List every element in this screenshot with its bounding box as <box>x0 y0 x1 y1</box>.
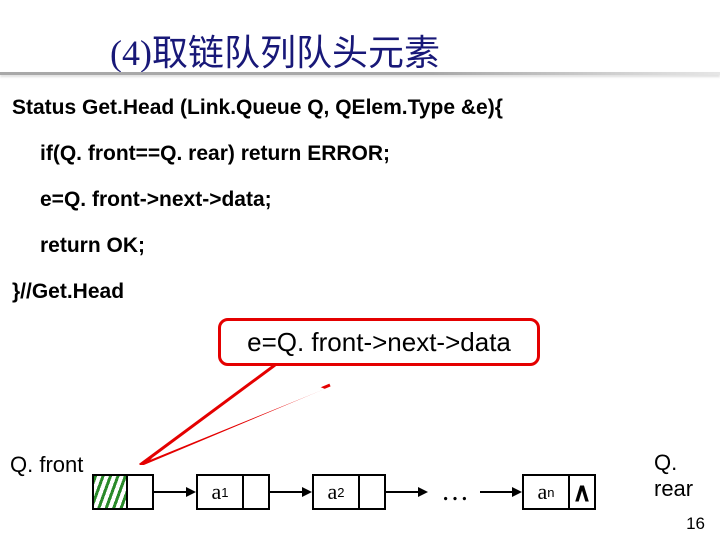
head-ptr-cell <box>128 474 154 510</box>
callout-box: e=Q. front->next->data <box>218 318 540 366</box>
null-symbol: ∧ <box>572 477 591 508</box>
code-line-1: Status Get.Head (Link.Queue Q, QElem.Typ… <box>12 96 503 120</box>
data-a2: a2 <box>312 474 360 510</box>
arrow-2 <box>270 474 312 510</box>
node-an: an ∧ <box>522 474 596 510</box>
title-underline <box>0 72 720 75</box>
ptr-a1 <box>244 474 270 510</box>
code-line-2: if(Q. front==Q. rear) return ERROR; <box>40 142 390 166</box>
slide-title: (4)取链队列队头元素 <box>110 24 440 76</box>
arrow-4 <box>480 474 522 510</box>
code-line-4: return OK; <box>40 234 145 258</box>
arrow-1 <box>154 474 196 510</box>
code-line-3: e=Q. front->next->data; <box>40 188 272 212</box>
label-qfront: Q. front <box>10 452 83 478</box>
a2-sub: 2 <box>337 485 344 500</box>
ptr-an-null: ∧ <box>570 474 596 510</box>
an-sub: n <box>547 485 554 500</box>
code-line-5: }//Get.Head <box>12 280 124 304</box>
callout-tail <box>130 365 350 465</box>
ellipsis: … <box>428 476 480 508</box>
node-a1: a1 <box>196 474 270 510</box>
head-data-cell <box>92 474 128 510</box>
node-a2: a2 <box>312 474 386 510</box>
arrow-3 <box>386 474 428 510</box>
linked-list: a1 a2 … an ∧ <box>92 472 596 512</box>
a2-letter: a <box>328 479 338 505</box>
callout-text: e=Q. front->next->data <box>247 327 511 358</box>
head-node <box>92 474 154 510</box>
ptr-a2 <box>360 474 386 510</box>
slide: (4)取链队列队头元素 Status Get.Head (Link.Queue … <box>0 0 720 540</box>
data-a1: a1 <box>196 474 244 510</box>
page-number: 16 <box>686 514 705 534</box>
a1-letter: a <box>212 479 222 505</box>
a1-sub: 1 <box>221 485 228 500</box>
an-letter: a <box>538 479 548 505</box>
data-an: an <box>522 474 570 510</box>
label-qrear: Q. rear <box>654 450 720 502</box>
